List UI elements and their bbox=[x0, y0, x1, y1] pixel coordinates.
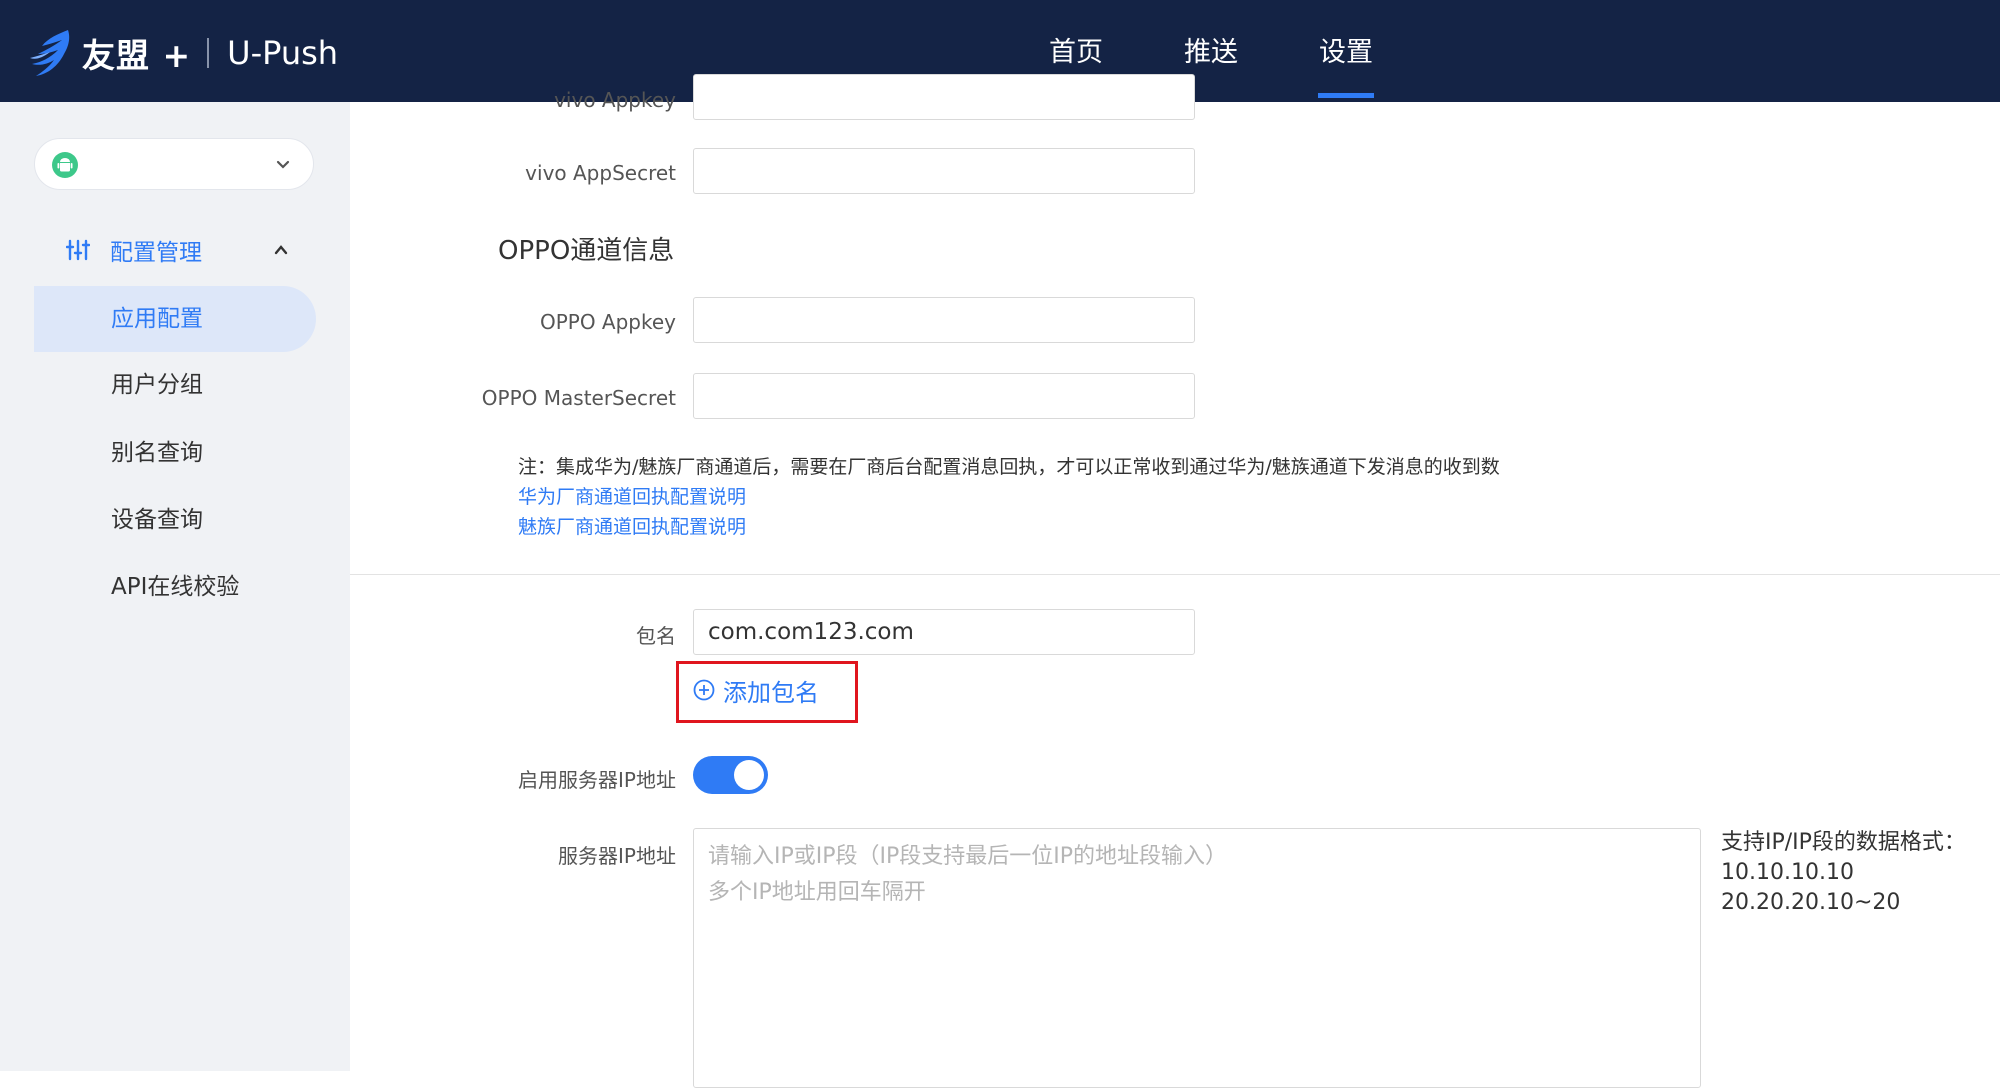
ip-format-hint: 支持IP/IP段的数据格式： 10.10.10.10 20.20.20.10~2… bbox=[1721, 828, 1966, 918]
server-ip-label: 服务器IP地址 bbox=[558, 844, 676, 868]
nav-settings[interactable]: 设置 bbox=[1318, 0, 1374, 102]
sidebar-item-device-query[interactable]: 设备查询 bbox=[34, 487, 316, 553]
chevron-down-icon bbox=[276, 160, 290, 169]
sliders-icon bbox=[66, 239, 90, 261]
umeng-logo[interactable]: 友盟 + U-Push bbox=[28, 28, 338, 78]
package-input[interactable]: com.com123.com bbox=[693, 609, 1195, 655]
hint-example-1: 10.10.10.10 bbox=[1721, 860, 1854, 885]
add-package-label: 添加包名 bbox=[723, 678, 819, 707]
meizu-receipt-link[interactable]: 魅族厂商通道回执配置说明 bbox=[518, 512, 746, 539]
brand-name: 友盟 + bbox=[82, 36, 192, 75]
sidebar-item-app-config[interactable]: 应用配置 bbox=[34, 286, 316, 352]
vivo-appkey-label: vivo Appkey bbox=[554, 88, 676, 112]
bird-logo-icon bbox=[30, 30, 70, 76]
add-package-button[interactable]: 添加包名 bbox=[693, 674, 819, 707]
app-select[interactable] bbox=[34, 138, 314, 190]
menu-group-label: 配置管理 bbox=[110, 240, 202, 266]
brand-separator bbox=[207, 38, 210, 68]
toggle-knob bbox=[734, 760, 764, 790]
chevron-up-icon bbox=[274, 245, 288, 255]
receipt-note: 注：集成华为/魅族厂商通道后，需要在厂商后台配置消息回执，才可以正常收到通过华为… bbox=[518, 456, 1500, 478]
vivo-appsecret-label: vivo AppSecret bbox=[525, 161, 676, 185]
server-ip-placeholder-line1: 请输入IP或IP段（IP段支持最后一位IP的地址段输入） bbox=[708, 844, 1228, 869]
oppo-mastersecret-input[interactable] bbox=[693, 373, 1195, 419]
enable-ip-label: 启用服务器IP地址 bbox=[518, 768, 676, 792]
hint-title: 支持IP/IP段的数据格式： bbox=[1721, 830, 1966, 855]
main-content: vivo Appkey vivo AppSecret OPPO通道信息 OPPO… bbox=[350, 74, 2000, 1088]
plus-circle-icon bbox=[693, 679, 715, 701]
oppo-mastersecret-label: OPPO MasterSecret bbox=[481, 386, 676, 410]
sidebar-item-user-group[interactable]: 用户分组 bbox=[34, 352, 316, 418]
section-divider bbox=[350, 574, 2000, 575]
huawei-receipt-link[interactable]: 华为厂商通道回执配置说明 bbox=[518, 482, 746, 509]
enable-ip-toggle[interactable] bbox=[693, 756, 768, 794]
sidebar: 配置管理 应用配置 用户分组 别名查询 设备查询 API在线校验 bbox=[0, 102, 350, 1071]
android-icon bbox=[52, 152, 78, 178]
package-label: 包名 bbox=[636, 624, 676, 648]
oppo-section-title: OPPO通道信息 bbox=[498, 236, 675, 266]
vivo-appkey-input[interactable] bbox=[693, 74, 1195, 120]
menu-group-config[interactable]: 配置管理 bbox=[66, 228, 316, 272]
hint-example-2: 20.20.20.10~20 bbox=[1721, 890, 1901, 915]
vivo-appsecret-input[interactable] bbox=[693, 148, 1195, 194]
server-ip-textarea[interactable]: 请输入IP或IP段（IP段支持最后一位IP的地址段输入） 多个IP地址用回车隔开 bbox=[693, 828, 1701, 1088]
product-name: U-Push bbox=[227, 34, 339, 72]
server-ip-placeholder-line2: 多个IP地址用回车隔开 bbox=[708, 880, 926, 905]
sidebar-item-alias-query[interactable]: 别名查询 bbox=[34, 420, 316, 486]
sidebar-item-api-check[interactable]: API在线校验 bbox=[34, 554, 316, 620]
oppo-appkey-label: OPPO Appkey bbox=[539, 310, 676, 334]
oppo-appkey-input[interactable] bbox=[693, 297, 1195, 343]
